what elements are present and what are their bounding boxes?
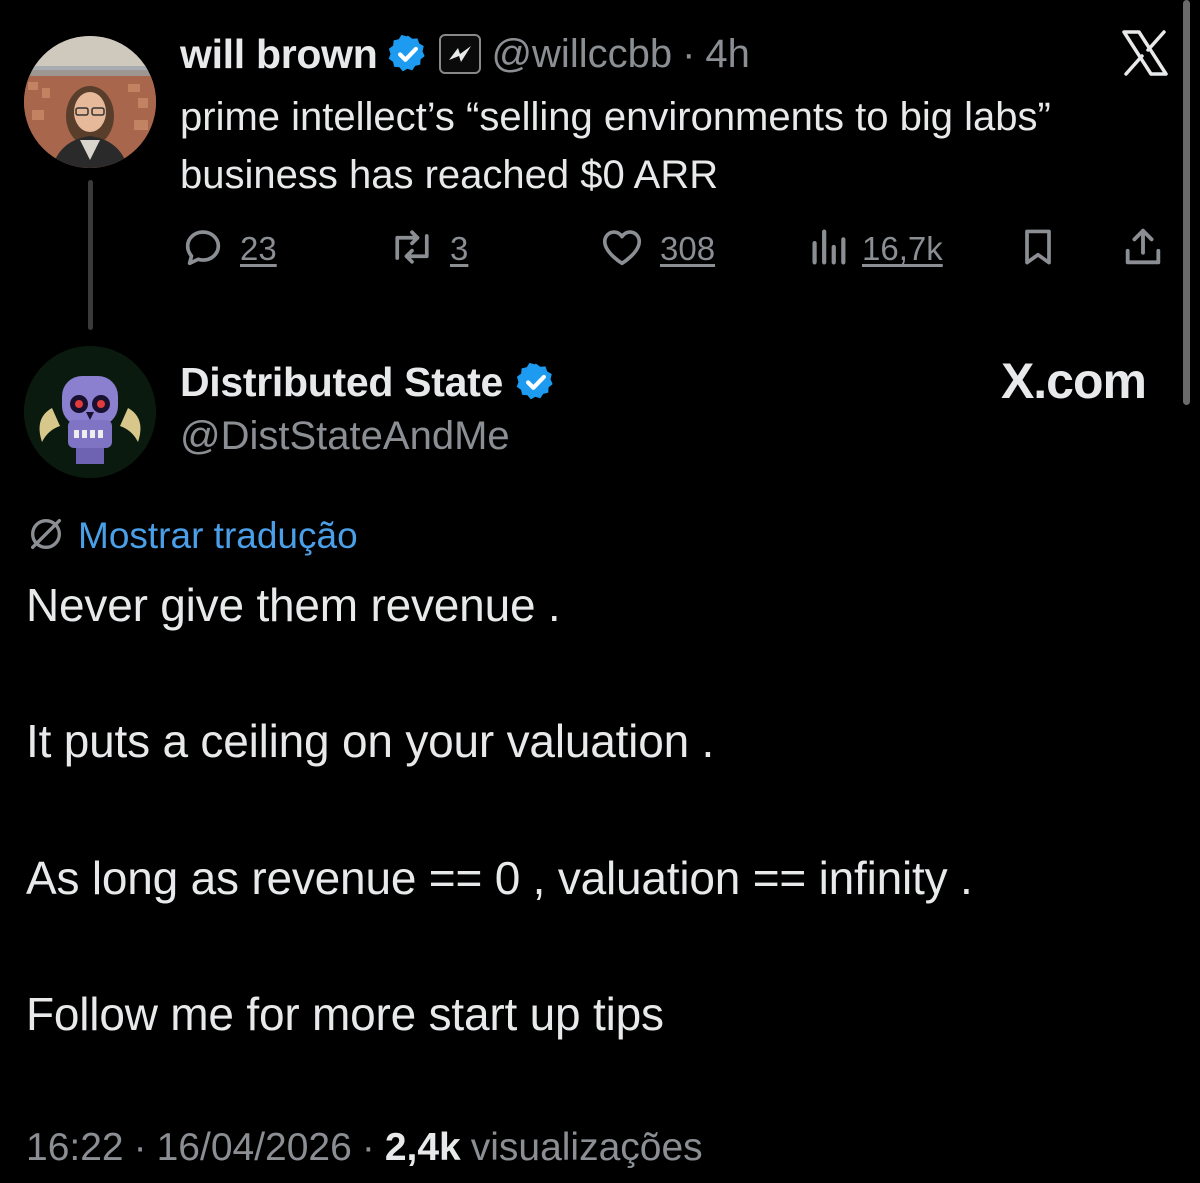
show-translation-label[interactable]: Mostrar tradução xyxy=(78,515,358,557)
tweet-meta: 16:22 · 16/04/2026 · 2,4k visualizações xyxy=(26,1120,703,1176)
share-icon xyxy=(1120,224,1166,275)
tweet-text-line: Follow me for more start up tips xyxy=(26,988,664,1040)
views-button[interactable]: 16,7k xyxy=(808,222,943,276)
brand-watermark: X.com xyxy=(1000,353,1147,409)
heart-icon xyxy=(598,224,646,275)
show-translation[interactable]: Mostrar tradução xyxy=(26,510,358,562)
tweet-author-row: Distributed State xyxy=(180,354,557,410)
bookmark-icon xyxy=(1016,224,1060,275)
bookmark-button[interactable] xyxy=(1016,222,1060,276)
repost-count: 3 xyxy=(450,230,469,267)
translate-icon xyxy=(26,514,66,559)
tweet-author-handle[interactable]: @DistStateAndMe xyxy=(180,414,510,459)
views-count: 16,7k xyxy=(862,230,943,267)
x-logo-icon[interactable] xyxy=(1120,28,1170,78)
reply-button[interactable]: 23 xyxy=(180,222,277,276)
tweet-author-name[interactable]: Distributed State xyxy=(180,359,503,406)
quoted-author-handle[interactable]: @willccbb xyxy=(491,32,672,77)
reply-icon xyxy=(180,224,226,275)
quoted-action-bar: 23 3 308 16,7k xyxy=(180,222,1170,276)
separator: · xyxy=(133,1126,147,1169)
tweet-date[interactable]: 16/04/2026 xyxy=(157,1126,352,1170)
tweet-views-label: visualizações xyxy=(470,1126,703,1169)
verified-badge-icon xyxy=(515,361,557,403)
repost-icon xyxy=(388,224,436,275)
thread-line xyxy=(88,180,93,330)
like-button[interactable]: 308 xyxy=(598,222,715,276)
reply-count: 23 xyxy=(240,230,277,267)
like-count: 308 xyxy=(660,230,716,267)
scrollbar[interactable] xyxy=(1183,0,1190,405)
tweet-views-count: 2,4k xyxy=(384,1126,461,1169)
share-button[interactable] xyxy=(1120,222,1166,276)
tweet-text-line: It puts a ceiling on your valuation . xyxy=(26,715,715,767)
tweet-text-line: Never give them revenue . xyxy=(26,579,561,631)
avatar-distributed-state[interactable] xyxy=(24,346,156,478)
quoted-author-name[interactable]: will brown xyxy=(180,31,378,78)
avatar-will-brown[interactable] xyxy=(24,36,156,168)
separator: · xyxy=(361,1126,375,1169)
affiliate-badge-icon[interactable] xyxy=(439,34,482,74)
views-icon xyxy=(808,224,848,275)
tweet-time[interactable]: 16:22 xyxy=(26,1126,124,1170)
separator: · xyxy=(682,31,696,76)
tweet-text-line: As long as revenue == 0 , valuation == i… xyxy=(26,852,973,904)
repost-button[interactable]: 3 xyxy=(388,222,468,276)
quoted-time[interactable]: 4h xyxy=(705,32,750,77)
quoted-tweet-text: prime intellect’s “selling environments … xyxy=(180,95,1051,197)
verified-badge-icon xyxy=(387,33,429,75)
quoted-author-row: will brown @willccbb · 4h xyxy=(180,28,750,80)
